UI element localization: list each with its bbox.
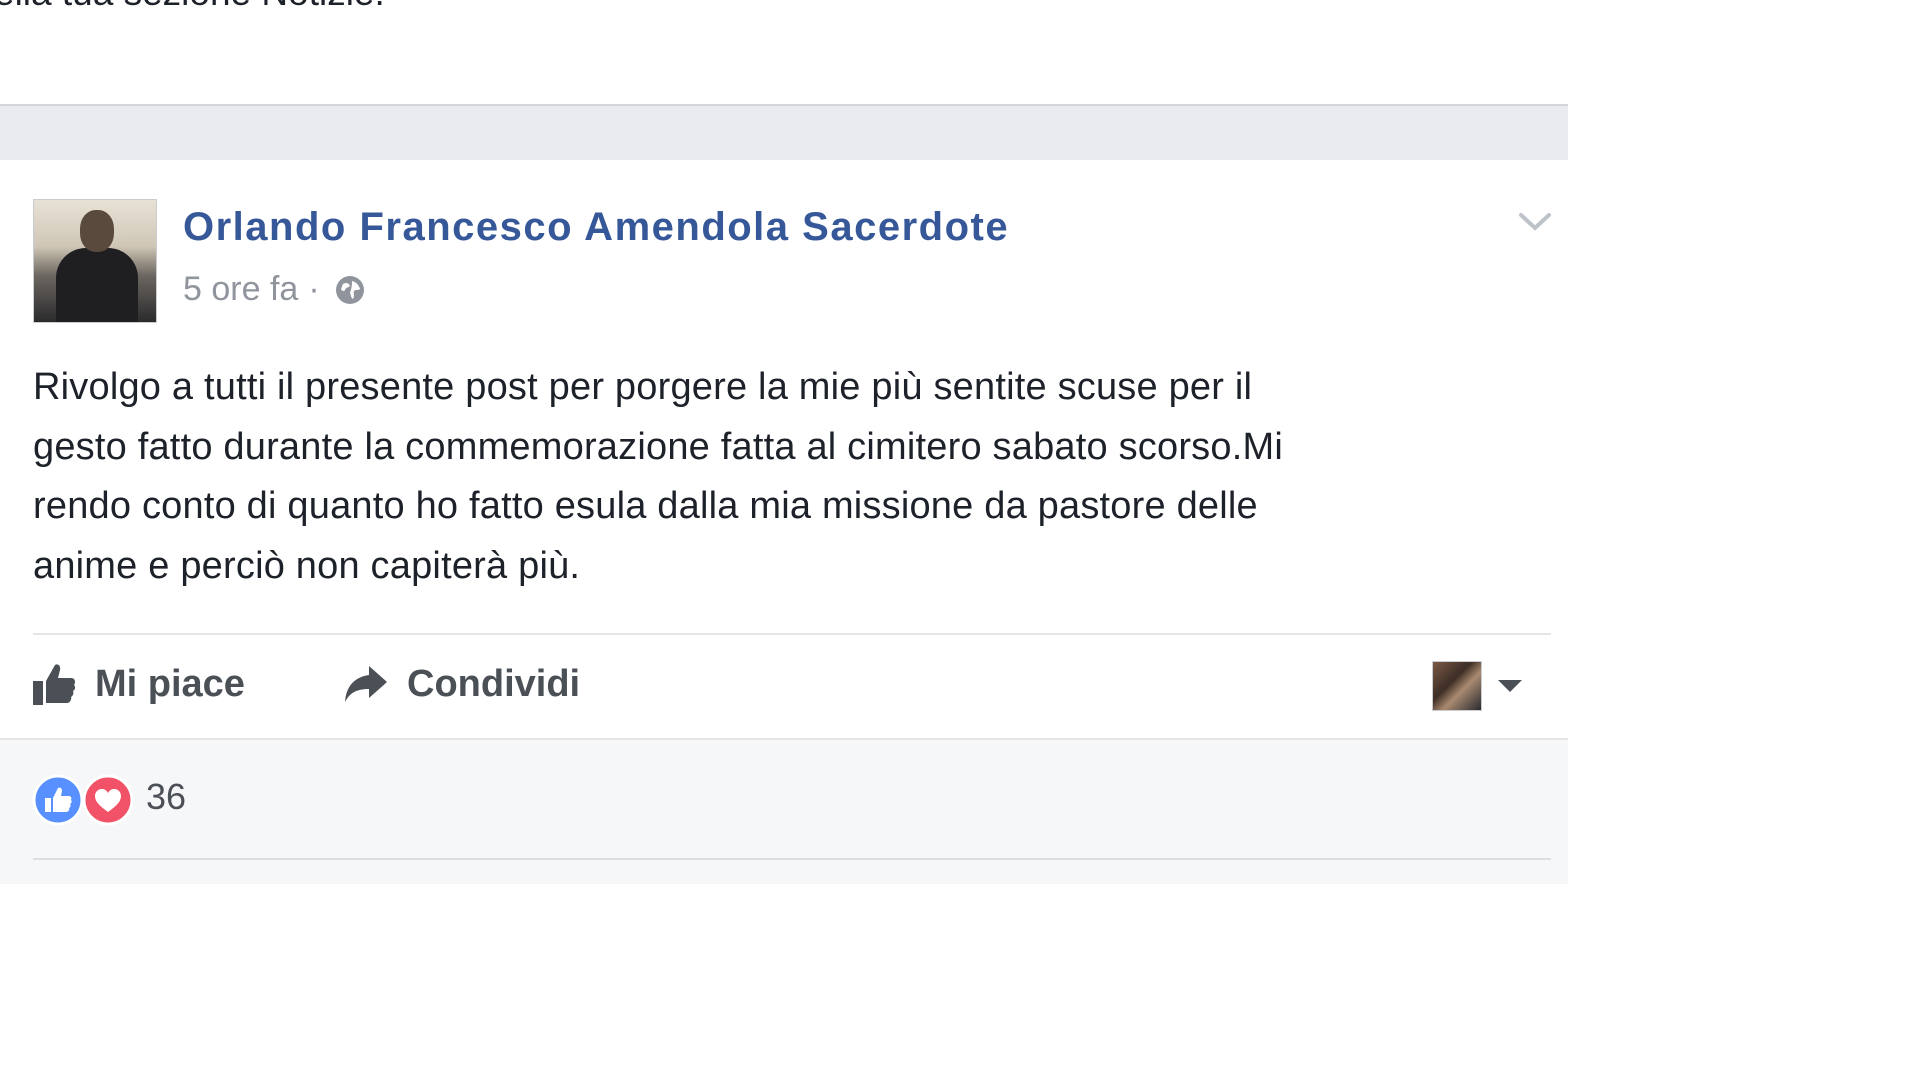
post-text-line: rendo conto di quanto ho fatto esula dal… <box>33 485 1258 528</box>
action-divider <box>33 633 1551 635</box>
author-name-link[interactable]: Orlando Francesco Amendola Sacerdote <box>183 205 1009 250</box>
reaction-count[interactable]: 36 <box>146 776 186 818</box>
author-avatar[interactable] <box>33 199 157 323</box>
facebook-feed: ella tua sezione Notizie. Orlando France… <box>0 0 1568 884</box>
love-reaction-icon <box>82 774 134 826</box>
globe-icon[interactable] <box>334 274 366 306</box>
chevron-down-icon[interactable] <box>1516 206 1554 236</box>
reactions-bar <box>0 738 1568 884</box>
share-arrow-icon <box>345 666 387 702</box>
post-timestamp[interactable]: 5 ore fa <box>183 270 298 309</box>
share-label: Condividi <box>407 662 581 705</box>
notice-text: ella tua sezione Notizie. <box>0 0 385 14</box>
reaction-icons[interactable] <box>32 774 136 826</box>
share-button[interactable]: Condividi <box>343 652 580 716</box>
post-text: Rivolgo a tutti il presente post per por… <box>33 358 1533 596</box>
like-label: Mi piace <box>95 662 245 705</box>
caret-down-icon <box>1498 680 1522 692</box>
previous-story-notice: ella tua sezione Notizie. <box>0 0 1568 104</box>
meta-separator: · <box>308 270 320 308</box>
post-as-selector[interactable] <box>1432 660 1524 712</box>
avatar-figure-body <box>56 248 138 322</box>
thumbs-up-icon <box>33 664 76 705</box>
post-meta: 5 ore fa · <box>183 270 366 309</box>
feed-separator <box>0 104 1568 160</box>
like-reaction-icon <box>32 774 84 826</box>
post-text-line: gesto fatto durante la commemorazione fa… <box>33 425 1283 468</box>
post-text-line: anime e perciò non capiterà più. <box>33 544 581 587</box>
like-button[interactable]: Mi piace <box>31 652 245 716</box>
avatar-figure-head <box>80 210 114 252</box>
profile-avatar <box>1432 661 1482 711</box>
comments-divider <box>33 858 1551 860</box>
post-text-line: Rivolgo a tutti il presente post per por… <box>33 366 1253 408</box>
